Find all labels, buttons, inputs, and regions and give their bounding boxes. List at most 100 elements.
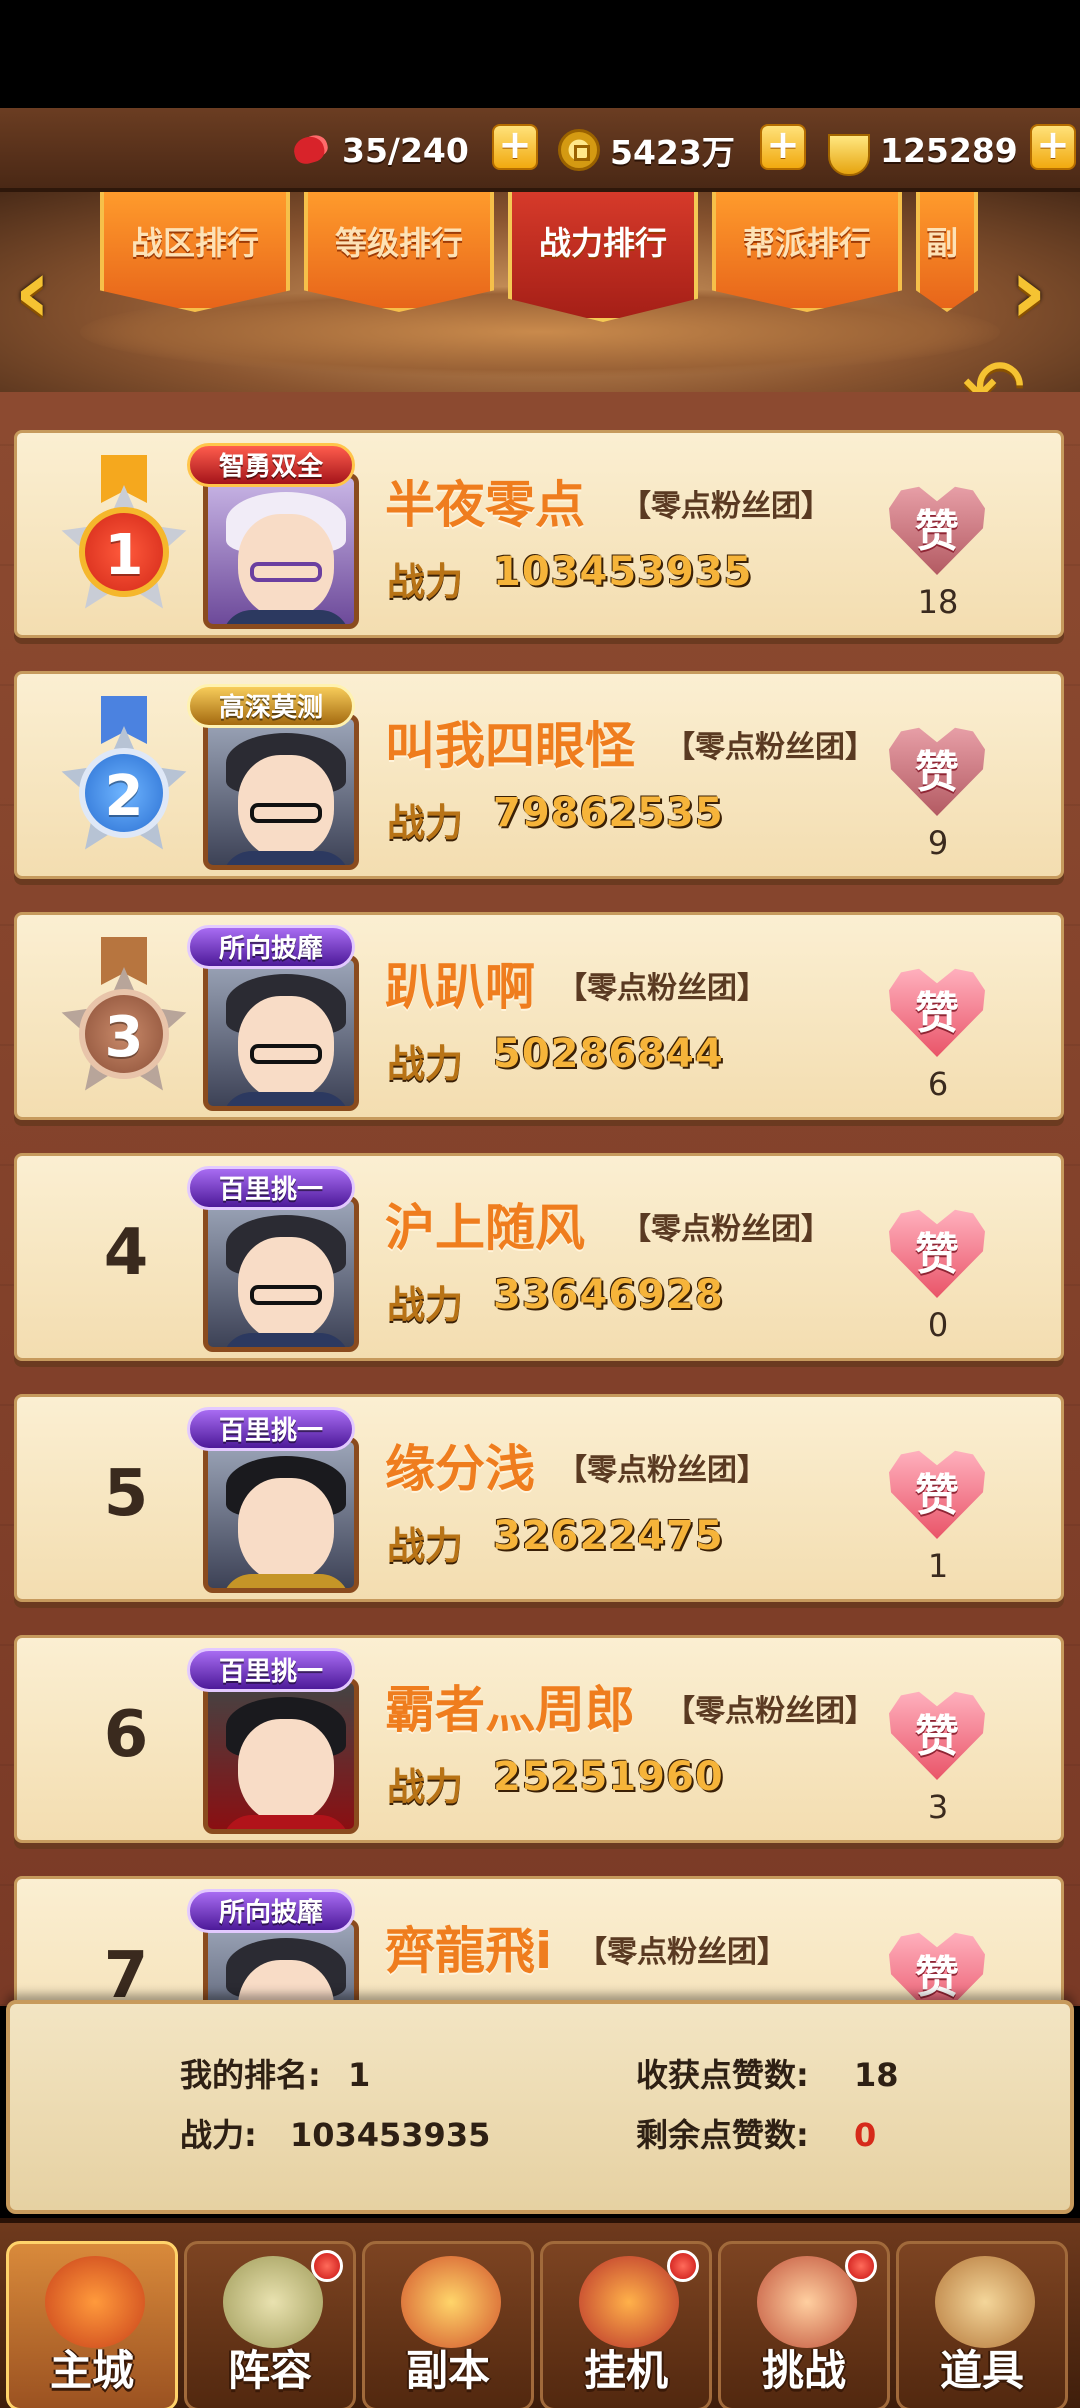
title-badge: 所向披靡	[187, 925, 355, 969]
ranking-list[interactable]: 1 智勇双全 半夜零点 【零点粉丝团】 战力 103453935 赞 18 2 …	[0, 392, 1080, 2006]
stamina-counter: 35/240	[290, 122, 469, 178]
like-button[interactable]: 赞	[883, 967, 993, 1063]
resource-bar: 35/240 + 5423万 + 125289 +	[0, 108, 1080, 192]
rank-number: 6	[103, 1698, 149, 1772]
my-power-row: 战力: 103453935	[180, 2110, 490, 2156]
guild-name: 【零点粉丝团】	[557, 1453, 767, 1488]
silver-medal-icon: 2	[55, 696, 195, 866]
like-glyph: 赞	[915, 1711, 959, 1762]
guild-name: 【零点粉丝团】	[621, 489, 831, 524]
ranking-row[interactable]: 1 智勇双全 半夜零点 【零点粉丝团】 战力 103453935 赞 18	[14, 430, 1064, 638]
power-value: 50286844	[493, 1031, 724, 1077]
rank-number: 7	[103, 1939, 149, 2006]
avatar[interactable]	[203, 1196, 359, 1352]
like-count: 3	[927, 1788, 949, 1826]
like-button[interactable]: 赞	[883, 1690, 993, 1786]
like-count: 1	[927, 1547, 949, 1585]
guild-name: 【零点粉丝团】	[621, 1212, 831, 1247]
tabs-right-arrow-icon[interactable]: ›	[1010, 247, 1068, 340]
notification-dot	[667, 2250, 699, 2282]
ranking-row[interactable]: 7 所向披靡 齊龍飛i 【零点粉丝团】 赞	[14, 1876, 1064, 2006]
nav-formation[interactable]: 阵容	[184, 2241, 356, 2408]
like-glyph: 赞	[915, 1470, 959, 1521]
my-power-value: 103453935	[289, 2116, 491, 2154]
like-button[interactable]: 赞	[883, 726, 993, 822]
tabs-left-arrow-icon[interactable]: ‹	[14, 247, 72, 340]
ranking-row[interactable]: 5 百里挑一 缘分浅 【零点粉丝团】 战力 32622475 赞 1	[14, 1394, 1064, 1602]
ingot-icon	[828, 134, 870, 176]
like-button[interactable]: 赞	[883, 1931, 993, 2006]
my-rank-row: 我的排名: 1	[180, 2050, 370, 2096]
add-ingots-button[interactable]: +	[1030, 124, 1076, 170]
avatar[interactable]	[203, 1437, 359, 1593]
power-value: 32622475	[493, 1513, 724, 1559]
avatar[interactable]	[203, 955, 359, 1111]
nav-challenge[interactable]: 挑战	[718, 2241, 890, 2408]
nav-dungeon[interactable]: 副本	[362, 2241, 534, 2408]
ingot-counter: 125289	[828, 122, 1018, 178]
remaining-likes-label: 剩余点赞数:	[636, 2116, 809, 2154]
like-button[interactable]: 赞	[883, 485, 993, 581]
tab-guild-rank[interactable]: 帮派排行	[712, 192, 902, 312]
ranking-tabs-header: ‹ 战区排行 等级排行 战力排行 帮派排行 副 › ↶	[0, 192, 1080, 425]
power-value: 33646928	[493, 1272, 724, 1318]
add-stamina-button[interactable]: +	[492, 124, 538, 170]
nav-label: 副本	[405, 2346, 490, 2395]
formation-icon	[223, 2256, 323, 2348]
player-name: 霸者灬周郎	[385, 1681, 635, 1739]
add-coins-button[interactable]: +	[760, 124, 806, 170]
ranking-row[interactable]: 6 百里挑一 霸者灬周郎 【零点粉丝团】 战力 25251960 赞 3	[14, 1635, 1064, 1843]
rank-number: 1	[79, 507, 169, 597]
power-label: 战力	[387, 1283, 464, 1327]
stamina-heart-icon	[290, 129, 332, 171]
avatar[interactable]	[203, 1678, 359, 1834]
my-power-label: 战力:	[180, 2116, 257, 2154]
tab-zone-rank[interactable]: 战区排行	[100, 192, 290, 312]
like-count: 9	[927, 824, 949, 862]
avatar[interactable]	[203, 714, 359, 870]
avatar[interactable]	[203, 473, 359, 629]
coin-value: 5423万	[610, 133, 735, 172]
nav-label: 挂机	[583, 2346, 668, 2395]
player-name: 叫我四眼怪	[385, 717, 635, 775]
challenge-icon	[757, 2256, 857, 2348]
bottom-navigation: 主城 阵容 副本 挂机 挑战 道具	[0, 2218, 1080, 2408]
like-count: 6	[927, 1065, 949, 1103]
nav-label: 阵容	[227, 2346, 312, 2395]
my-rank-label: 我的排名:	[180, 2056, 321, 2094]
player-name: 沪上随风	[385, 1199, 585, 1257]
ranking-row[interactable]: 2 高深莫测 叫我四眼怪 【零点粉丝团】 战力 79862535 赞 9	[14, 671, 1064, 879]
title-badge: 高深莫测	[187, 684, 355, 728]
like-glyph: 赞	[915, 988, 959, 1039]
like-button[interactable]: 赞	[883, 1208, 993, 1304]
nav-label: 主城	[49, 2346, 134, 2395]
power-value: 79862535	[493, 790, 724, 836]
rank-number: 2	[79, 748, 169, 838]
notification-dot	[845, 2250, 877, 2282]
power-label: 战力	[387, 560, 464, 604]
like-button[interactable]: 赞	[883, 1449, 993, 1545]
title-badge: 百里挑一	[187, 1166, 355, 1210]
tab-level-rank[interactable]: 等级排行	[304, 192, 494, 312]
nav-idle[interactable]: 挂机	[540, 2241, 712, 2408]
guild-name: 【零点粉丝团】	[557, 971, 767, 1006]
power-label: 战力	[387, 1524, 464, 1568]
nav-main-city[interactable]: 主城	[6, 2241, 178, 2408]
notification-dot	[311, 2250, 343, 2282]
tab-dungeon-rank[interactable]: 副	[916, 192, 978, 312]
title-badge: 百里挑一	[187, 1407, 355, 1451]
dungeon-icon	[401, 2256, 501, 2348]
ranking-row[interactable]: 3 所向披靡 趴趴啊 【零点粉丝团】 战力 50286844 赞 6	[14, 912, 1064, 1120]
title-badge: 百里挑一	[187, 1648, 355, 1692]
guild-name: 【零点粉丝团】	[665, 1694, 875, 1729]
like-count: 18	[917, 583, 959, 621]
coin-counter: 5423万	[558, 122, 735, 178]
guild-name: 【零点粉丝团】	[577, 1935, 787, 1970]
ranking-row[interactable]: 4 百里挑一 沪上随风 【零点粉丝团】 战力 33646928 赞 0	[14, 1153, 1064, 1361]
coin-icon	[558, 129, 600, 171]
guild-name: 【零点粉丝团】	[665, 730, 875, 765]
power-label: 战力	[387, 801, 464, 845]
rank-number: 5	[103, 1457, 149, 1531]
nav-items[interactable]: 道具	[896, 2241, 1068, 2408]
tab-power-rank[interactable]: 战力排行	[508, 192, 698, 322]
